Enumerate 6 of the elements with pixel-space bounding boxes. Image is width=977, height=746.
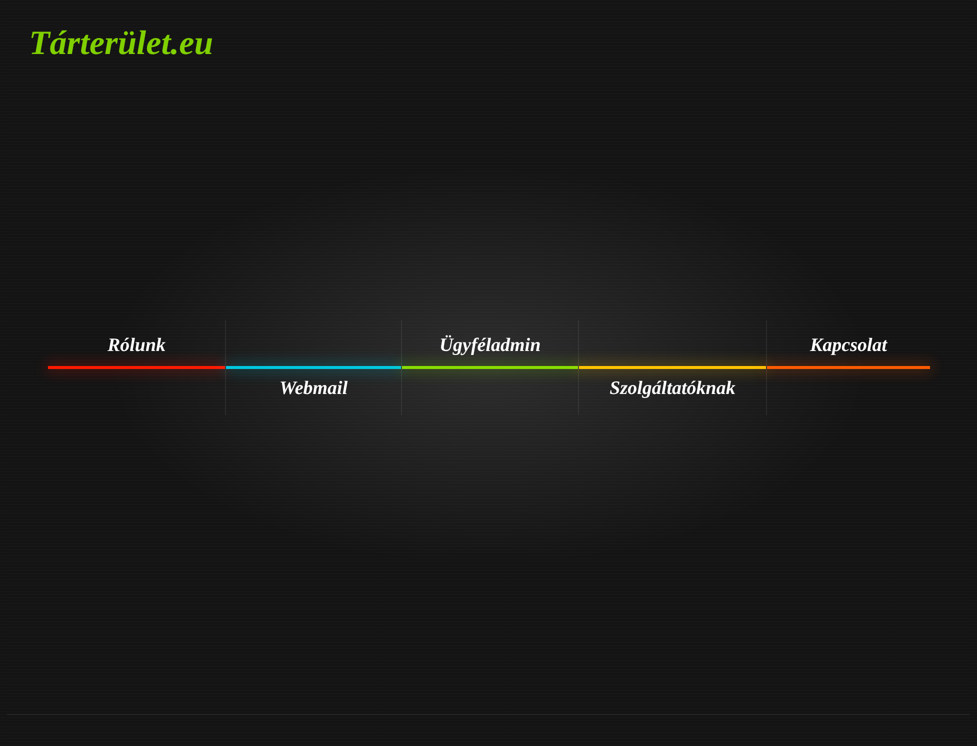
nav-link[interactable]: Webmail [279,378,348,400]
nav-link[interactable]: Szolgáltatóknak [610,378,736,400]
nav-link[interactable]: Rólunk [107,335,166,357]
site-logo[interactable]: Tárterület.eu [29,24,214,64]
nav-link[interactable]: Ügyféladmin [439,335,541,357]
nav-link[interactable]: Kapcsolat [810,335,888,357]
